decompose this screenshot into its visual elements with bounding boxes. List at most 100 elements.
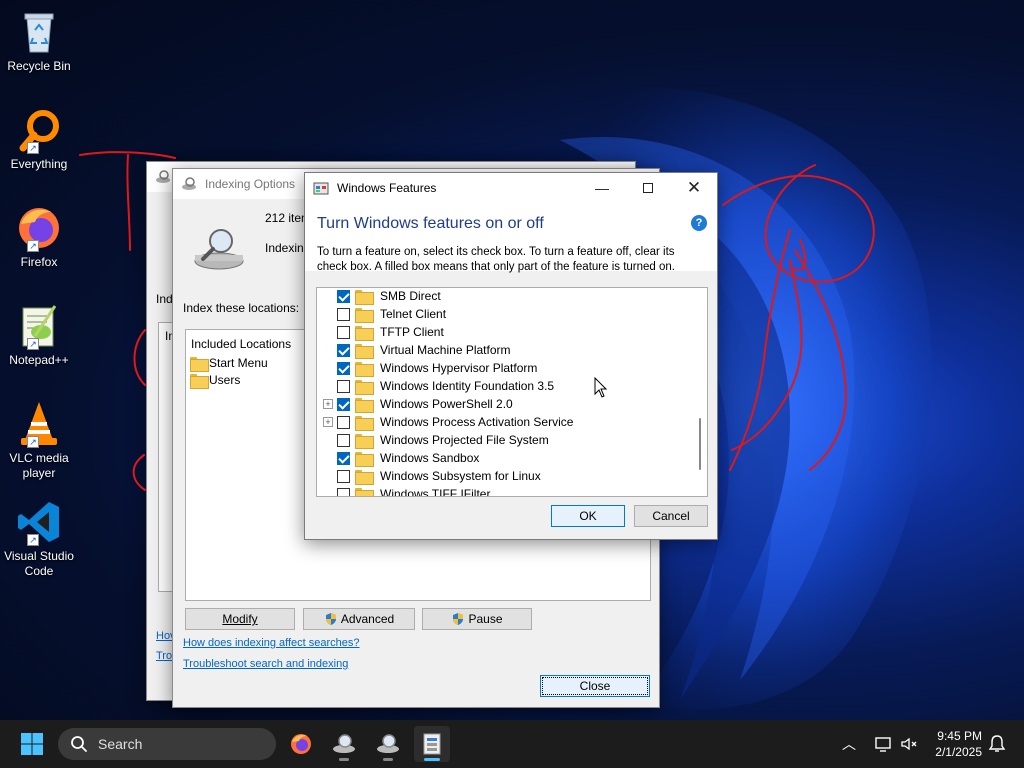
start-button[interactable] bbox=[14, 726, 50, 762]
desktop-icon-label: Visual Studio Code bbox=[4, 549, 74, 578]
close-window-button[interactable]: ✕ bbox=[671, 173, 717, 203]
advanced-button-label: Advanced bbox=[340, 612, 395, 626]
desktop-icon-label: Notepad++ bbox=[9, 353, 69, 367]
desktop-icon-label: VLC media player bbox=[9, 451, 69, 480]
taskbar-indexing-options-2[interactable] bbox=[370, 726, 406, 762]
feature-row[interactable]: Telnet Client bbox=[317, 305, 695, 323]
feature-row[interactable]: Windows Projected File System bbox=[317, 431, 695, 449]
taskbar-search-box[interactable]: Search bbox=[58, 728, 276, 760]
location-label: Users bbox=[209, 373, 241, 387]
feature-row[interactable]: Windows Sandbox bbox=[317, 449, 695, 467]
desktop-icon-firefox[interactable]: ↗ Firefox bbox=[2, 204, 76, 270]
clock-date: 2/1/2025 bbox=[935, 745, 982, 759]
desktop-icon-everything[interactable]: ↗ Everything bbox=[2, 106, 76, 172]
feature-checkbox[interactable] bbox=[337, 397, 350, 411]
ok-button[interactable]: OK bbox=[551, 505, 625, 527]
recycle-bin-icon bbox=[15, 8, 63, 56]
folder-icon bbox=[355, 451, 374, 467]
ok-button-label: OK bbox=[579, 509, 597, 523]
feature-label: Windows Sandbox bbox=[380, 451, 480, 465]
taskbar-windows-features[interactable] bbox=[414, 726, 450, 762]
running-indicator bbox=[383, 758, 393, 761]
feature-checkbox[interactable] bbox=[337, 307, 350, 321]
feature-checkbox[interactable] bbox=[337, 415, 350, 429]
feature-row[interactable]: + Windows PowerShell 2.0 bbox=[317, 395, 695, 413]
feature-label: Windows TIFF IFilter bbox=[380, 487, 491, 497]
windows-features-dialog[interactable]: Windows Features — ✕ Turn Windows featur… bbox=[304, 172, 718, 540]
feature-checkbox[interactable] bbox=[337, 451, 350, 465]
feature-row[interactable]: Windows TIFF IFilter bbox=[317, 485, 695, 497]
pause-button[interactable]: Pause bbox=[422, 608, 532, 630]
features-heading: Turn Windows features on or off bbox=[317, 215, 544, 232]
expand-plus-icon[interactable]: + bbox=[323, 417, 333, 427]
location-item-users[interactable]: Users bbox=[190, 373, 241, 389]
taskbar: Search ︿ 9:45 PM 2/1/2025 bbox=[0, 720, 1024, 768]
firefox-icon: ↗ bbox=[15, 204, 63, 252]
feature-label: Windows Projected File System bbox=[380, 433, 549, 447]
system-clock[interactable]: 9:45 PM 2/1/2025 bbox=[935, 728, 982, 760]
feature-label: Windows Subsystem for Linux bbox=[380, 469, 541, 483]
desktop-icon-vscode[interactable]: ↗ Visual Studio Code bbox=[2, 498, 76, 579]
feature-row[interactable]: + Windows Process Activation Service bbox=[317, 413, 695, 431]
taskbar-indexing-options-1[interactable] bbox=[326, 726, 362, 762]
network-icon[interactable] bbox=[874, 735, 892, 753]
desktop-icon-vlc[interactable]: ↗ VLC media player bbox=[2, 400, 76, 481]
help-glyph: ? bbox=[695, 217, 703, 229]
feature-checkbox[interactable] bbox=[337, 469, 350, 483]
pause-button-label: Pause bbox=[468, 612, 503, 626]
feature-row[interactable]: Windows Subsystem for Linux bbox=[317, 467, 695, 485]
features-tree-list[interactable]: SMB Direct Telnet Client TFTP Client Virtua… bbox=[316, 287, 708, 497]
close-icon: ✕ bbox=[686, 178, 702, 197]
folder-icon bbox=[355, 487, 374, 496]
search-icon bbox=[71, 736, 87, 752]
feature-checkbox[interactable] bbox=[337, 361, 350, 375]
troubleshoot-link[interactable]: Troubleshoot search and indexing bbox=[183, 658, 348, 670]
scrollbar-thumb[interactable] bbox=[699, 418, 701, 470]
feature-label: Windows Identity Foundation 3.5 bbox=[380, 379, 555, 393]
windows-features-icon bbox=[423, 733, 441, 755]
feature-row[interactable]: Virtual Machine Platform bbox=[317, 341, 695, 359]
desktop-icon-notepadpp[interactable]: ↗ Notepad++ bbox=[2, 302, 76, 368]
desktop-icon-recycle-bin[interactable]: Recycle Bin bbox=[2, 8, 76, 74]
feature-row[interactable]: Windows Identity Foundation 3.5 bbox=[317, 377, 695, 395]
desktop-icon-label: Everything bbox=[10, 157, 68, 171]
how-indexing-affects-link[interactable]: How does indexing affect searches? bbox=[183, 637, 360, 649]
advanced-button[interactable]: Advanced bbox=[303, 608, 415, 630]
show-hidden-icons-chevron-icon[interactable]: ︿ bbox=[842, 734, 856, 754]
feature-row[interactable]: SMB Direct bbox=[317, 288, 695, 305]
folder-icon bbox=[355, 469, 374, 485]
feature-checkbox[interactable] bbox=[337, 325, 350, 339]
feature-checkbox[interactable] bbox=[337, 433, 350, 447]
volume-muted-icon[interactable] bbox=[900, 735, 918, 753]
feature-checkbox[interactable] bbox=[337, 289, 350, 303]
uac-shield-icon bbox=[453, 613, 464, 625]
feature-label: Telnet Client bbox=[380, 307, 447, 321]
indexing-icon bbox=[156, 170, 170, 183]
minimize-button[interactable]: — bbox=[579, 173, 625, 203]
expand-plus-icon[interactable]: + bbox=[323, 399, 333, 409]
everything-search-icon: ↗ bbox=[15, 106, 63, 154]
feature-checkbox[interactable] bbox=[337, 379, 350, 393]
help-icon[interactable]: ? bbox=[691, 215, 707, 231]
modify-button[interactable]: Modify bbox=[185, 608, 295, 630]
cancel-button[interactable]: Cancel bbox=[634, 505, 708, 527]
feature-checkbox[interactable] bbox=[337, 487, 350, 496]
notification-bell-icon[interactable] bbox=[988, 734, 1006, 754]
feature-row[interactable]: Windows Hypervisor Platform bbox=[317, 359, 695, 377]
background-link-troubleshoot[interactable]: Tro bbox=[156, 650, 172, 662]
maximize-button[interactable] bbox=[625, 173, 671, 203]
desktop-icon-label: Firefox bbox=[20, 255, 58, 269]
folder-icon bbox=[355, 397, 374, 413]
feature-checkbox[interactable] bbox=[337, 343, 350, 357]
feature-row[interactable]: TFTP Client bbox=[317, 323, 695, 341]
features-description: To turn a feature on, select its check b… bbox=[317, 246, 675, 273]
location-label: Start Menu bbox=[209, 356, 268, 370]
taskbar-firefox[interactable] bbox=[283, 726, 319, 762]
location-item-start-menu[interactable]: Start Menu bbox=[190, 356, 268, 372]
index-locations-label: Index these locations: bbox=[183, 301, 300, 315]
close-button[interactable]: Close bbox=[540, 675, 650, 697]
